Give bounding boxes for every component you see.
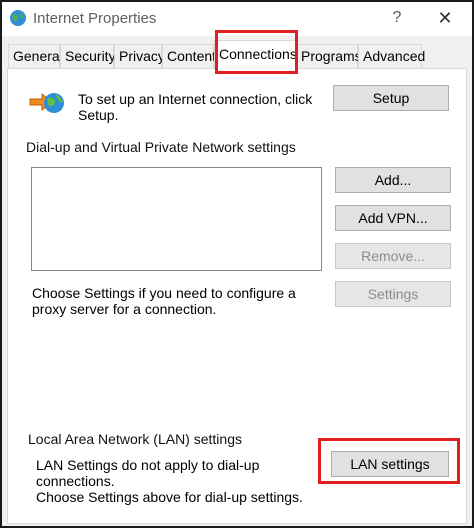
tab-advanced[interactable]: Advanced bbox=[358, 44, 425, 68]
network-globe-arrow-icon bbox=[28, 87, 66, 119]
close-button[interactable]: ✕ bbox=[430, 4, 460, 32]
title-bar: Internet Properties ? ✕ bbox=[2, 2, 472, 36]
dialup-vpn-heading: Dial-up and Virtual Private Network sett… bbox=[26, 139, 296, 155]
remove-button[interactable]: Remove... bbox=[335, 243, 451, 269]
tab-security[interactable]: Security bbox=[60, 44, 116, 68]
setup-description: To set up an Internet connection, click … bbox=[78, 91, 313, 123]
lan-description-line-1: LAN Settings do not apply to dial-up con… bbox=[36, 457, 260, 489]
tab-connections[interactable]: Connections bbox=[214, 40, 297, 70]
tab-content[interactable]: Content bbox=[162, 44, 216, 68]
tab-privacy[interactable]: Privacy bbox=[114, 44, 165, 68]
lan-settings-button[interactable]: LAN settings bbox=[331, 451, 449, 477]
setup-button[interactable]: Setup bbox=[333, 85, 449, 111]
lan-description: LAN Settings do not apply to dial-up con… bbox=[36, 457, 326, 505]
connections-panel: To set up an Internet connection, click … bbox=[7, 68, 467, 524]
settings-button[interactable]: Settings bbox=[335, 281, 451, 307]
internet-properties-window: Internet Properties ? ✕ General Security… bbox=[0, 0, 474, 528]
internet-options-globe-icon bbox=[9, 9, 27, 27]
window-title: Internet Properties bbox=[33, 10, 157, 27]
add-button[interactable]: Add... bbox=[335, 167, 451, 193]
help-button[interactable]: ? bbox=[382, 4, 412, 32]
tab-general[interactable]: General bbox=[8, 44, 63, 68]
add-vpn-button[interactable]: Add VPN... bbox=[335, 205, 451, 231]
tab-strip: General Security Privacy Content Connect… bbox=[8, 40, 468, 70]
proxy-description: Choose Settings if you need to configure… bbox=[32, 285, 296, 317]
lan-description-line-2: Choose Settings above for dial-up settin… bbox=[36, 489, 303, 505]
tab-programs[interactable]: Programs bbox=[296, 44, 362, 68]
connections-list[interactable] bbox=[31, 167, 322, 271]
lan-heading: Local Area Network (LAN) settings bbox=[28, 431, 242, 447]
